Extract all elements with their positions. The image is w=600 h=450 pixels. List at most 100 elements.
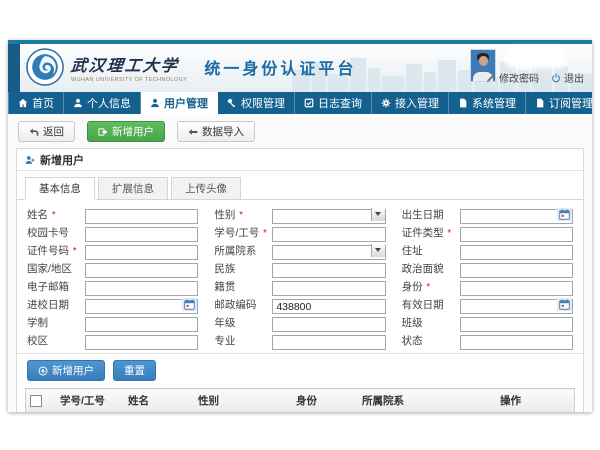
valid-date-calendar-button[interactable] bbox=[557, 298, 572, 311]
name-input[interactable] bbox=[85, 209, 198, 224]
field-grade: 年级 bbox=[214, 314, 385, 330]
field-label-native-place: 籍贯 bbox=[214, 279, 272, 294]
avatar-face bbox=[479, 56, 488, 66]
status-input[interactable] bbox=[460, 335, 573, 350]
field-label-identity: 身份 * bbox=[402, 279, 460, 294]
field-student-id: 学号/工号 * bbox=[214, 224, 385, 240]
native-place-input[interactable] bbox=[272, 281, 385, 296]
required-mark: * bbox=[445, 228, 452, 239]
address-input[interactable] bbox=[460, 245, 573, 260]
campus-card-no-input[interactable] bbox=[85, 227, 198, 242]
field-identity: 身份 * bbox=[402, 278, 573, 294]
gender-input[interactable] bbox=[272, 209, 385, 224]
entry-date-input[interactable] bbox=[85, 299, 198, 314]
nav-item-system-management[interactable]: 系统管理 bbox=[449, 92, 526, 114]
country-region-input[interactable] bbox=[85, 263, 198, 278]
field-native-place: 籍贯 bbox=[214, 278, 385, 294]
grade-input[interactable] bbox=[272, 317, 385, 332]
users-table: 学号/工号姓名性别身份所属院系操作 bbox=[25, 388, 575, 412]
birth-date-input[interactable] bbox=[460, 209, 573, 224]
header-banner: 武汉理工大学 WUHAN UNIVERSITY OF TECHNOLOGY 统一… bbox=[8, 44, 592, 92]
field-label-entry-date: 进校日期 bbox=[27, 297, 85, 312]
university-name: 武汉理工大学 bbox=[70, 52, 189, 76]
data-import-button[interactable]: 数据导入 bbox=[177, 121, 255, 142]
nav-item-access-management[interactable]: 接入管理 bbox=[372, 92, 449, 114]
key-icon bbox=[227, 98, 237, 108]
select-all-checkbox[interactable] bbox=[30, 395, 42, 407]
main-nav: 首页个人信息用户管理权限管理日志查询接入管理系统管理订阅管理 bbox=[8, 92, 592, 114]
education-length-input[interactable] bbox=[85, 317, 198, 332]
required-mark: * bbox=[70, 246, 77, 257]
back-arrow-icon bbox=[29, 127, 39, 137]
nav-item-profile[interactable]: 个人信息 bbox=[64, 92, 141, 114]
table-col-actions: 操作 bbox=[496, 389, 575, 413]
field-label-political-status: 政治面貌 bbox=[402, 261, 460, 276]
field-label-major: 专业 bbox=[214, 333, 272, 348]
department-input[interactable] bbox=[272, 245, 385, 260]
person-icon bbox=[73, 98, 83, 108]
gender-dropdown-button[interactable] bbox=[371, 208, 385, 221]
form-grid: 姓名 *性别 *出生日期校园卡号学号/工号 *证件类型 *证件号码 *所属院系住… bbox=[27, 206, 573, 348]
campus-input[interactable] bbox=[85, 335, 198, 350]
add-user-button[interactable]: 新增用户 bbox=[87, 121, 165, 142]
university-logo bbox=[26, 48, 64, 86]
submit-add-user-button[interactable]: 新增用户 bbox=[27, 360, 105, 381]
app-page: 武汉理工大学 WUHAN UNIVERSITY OF TECHNOLOGY 统一… bbox=[8, 40, 592, 412]
section-header: 新增用户 bbox=[17, 149, 583, 171]
entry-date-calendar-button[interactable] bbox=[182, 298, 197, 311]
pencil-icon bbox=[486, 73, 496, 83]
reset-button-label: 重置 bbox=[124, 363, 145, 378]
field-id-number: 证件号码 * bbox=[27, 242, 198, 258]
ethnicity-input[interactable] bbox=[272, 263, 385, 278]
nav-item-log-query[interactable]: 日志查询 bbox=[295, 92, 372, 114]
table-col-identity: 身份 bbox=[292, 389, 358, 413]
brand-block: 武汉理工大学 WUHAN UNIVERSITY OF TECHNOLOGY 统一… bbox=[26, 48, 356, 86]
identity-input[interactable] bbox=[460, 281, 573, 296]
valid-date-input[interactable] bbox=[460, 299, 573, 314]
data-import-button-label: 数据导入 bbox=[202, 124, 244, 139]
student-id-input[interactable] bbox=[272, 227, 385, 242]
logout-label: 退出 bbox=[564, 70, 584, 85]
field-valid-date: 有效日期 bbox=[402, 296, 573, 312]
university-name-en: WUHAN UNIVERSITY OF TECHNOLOGY bbox=[71, 77, 187, 83]
tab-upload-avatar[interactable]: 上传头像 bbox=[171, 177, 241, 200]
field-department: 所属院系 bbox=[214, 242, 385, 258]
field-label-postal-code: 邮政编码 bbox=[214, 297, 272, 312]
nav-item-label: 首页 bbox=[32, 95, 54, 111]
plus-circle-icon bbox=[38, 366, 48, 376]
postal-code-input[interactable] bbox=[272, 299, 385, 314]
field-label-email: 电子邮箱 bbox=[27, 279, 85, 294]
platform-title: 统一身份认证平台 bbox=[204, 55, 356, 79]
major-input[interactable] bbox=[272, 335, 385, 350]
logout-link[interactable]: 退出 bbox=[551, 70, 584, 85]
department-dropdown-button[interactable] bbox=[371, 244, 385, 257]
class-input[interactable] bbox=[460, 317, 573, 332]
nav-item-subscription-management[interactable]: 订阅管理 bbox=[526, 92, 592, 114]
tab-extended-info[interactable]: 扩展信息 bbox=[98, 177, 168, 200]
change-password-link[interactable]: 修改密码 bbox=[486, 70, 539, 85]
field-label-campus-card-no: 校园卡号 bbox=[27, 225, 85, 240]
birth-date-calendar-button[interactable] bbox=[557, 208, 572, 221]
reset-button[interactable]: 重置 bbox=[113, 360, 156, 381]
nav-item-home[interactable]: 首页 bbox=[8, 92, 64, 114]
email-input[interactable] bbox=[85, 281, 198, 296]
nav-item-user-management[interactable]: 用户管理 bbox=[141, 92, 218, 114]
political-status-input[interactable] bbox=[460, 263, 573, 278]
back-button[interactable]: 返回 bbox=[18, 121, 75, 142]
table-col-student-id: 学号/工号 bbox=[56, 389, 124, 413]
import-arrow-icon bbox=[188, 127, 198, 137]
select-all-cell bbox=[26, 389, 57, 413]
field-gender: 性别 * bbox=[214, 206, 385, 222]
new-user-panel: 新增用户 基本信息扩展信息上传头像 姓名 *性别 *出生日期校园卡号学号/工号 … bbox=[16, 148, 584, 412]
calendar-icon bbox=[184, 299, 195, 310]
id-number-input[interactable] bbox=[85, 245, 198, 260]
tab-basic-info[interactable]: 基本信息 bbox=[25, 177, 95, 200]
add-user-button-label: 新增用户 bbox=[112, 124, 154, 139]
nav-item-permission-management[interactable]: 权限管理 bbox=[218, 92, 295, 114]
id-type-input[interactable] bbox=[460, 227, 573, 242]
field-label-department: 所属院系 bbox=[214, 243, 272, 258]
back-button-label: 返回 bbox=[43, 124, 64, 139]
chevron-down-icon bbox=[375, 248, 381, 252]
field-label-valid-date: 有效日期 bbox=[402, 297, 460, 312]
field-label-name: 姓名 * bbox=[27, 207, 85, 222]
